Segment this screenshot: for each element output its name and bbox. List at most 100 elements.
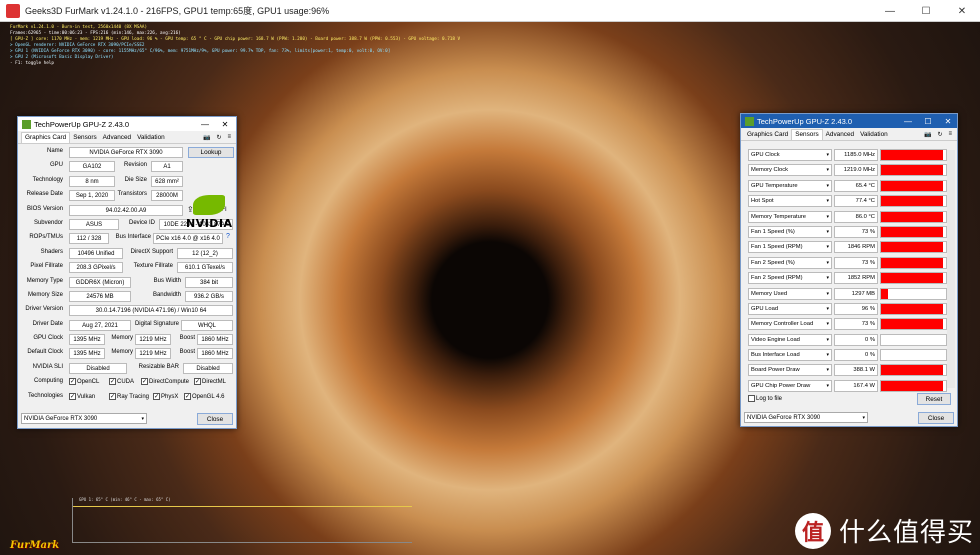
bus-width-value: 384 bit <box>185 276 233 288</box>
refresh-icon[interactable]: ↻ <box>937 131 942 138</box>
sensor-name-dropdown[interactable]: Hot Spot ▾ <box>748 195 832 208</box>
sensor-name-dropdown[interactable]: Fan 1 Speed (%) ▾ <box>748 225 832 238</box>
resizable-bar-label: Resizable BAR <box>138 363 179 370</box>
tab-sensors[interactable]: Sensors <box>791 129 823 140</box>
cuda-checkbox: ✓ CUDA <box>109 378 134 385</box>
lookup-button[interactable]: Lookup <box>188 147 234 158</box>
check-icon: ✓ <box>69 378 76 386</box>
sensor-name-dropdown[interactable]: Fan 1 Speed (RPM) ▾ <box>748 241 832 254</box>
refresh-icon[interactable]: ↻ <box>216 134 221 141</box>
boost-value: 1860 MHz <box>197 334 233 346</box>
sensor-name-dropdown[interactable]: GPU Load ▾ <box>748 302 832 315</box>
sensor-graph-bar <box>881 257 943 268</box>
watermark-logo: 值 <box>794 512 831 549</box>
gpuz-titlebar[interactable]: TechPowerUp GPU-Z 2.43.0 — ☐ ✕ <box>741 114 957 128</box>
sensor-name-dropdown[interactable]: Memory Temperature ▾ <box>748 210 832 223</box>
opengl-checkbox: ✓ OpenGL 4.6 <box>184 392 224 400</box>
sensor-name-dropdown[interactable]: Board Power Draw ▾ <box>748 364 832 377</box>
sensor-row: Bus Interface Load ▾ 0 % <box>748 348 957 363</box>
camera-icon[interactable]: 📷 <box>924 131 931 138</box>
sensor-name: Fan 1 Speed (%) <box>751 228 795 235</box>
tab-validation[interactable]: Validation <box>857 130 891 140</box>
camera-icon[interactable]: 📷 <box>203 134 210 141</box>
tab-sensors[interactable]: Sensors <box>70 133 99 143</box>
nvidia-logo: NVIDIA <box>186 195 232 235</box>
scrollbar[interactable] <box>947 150 955 388</box>
close-button[interactable]: ✕ <box>939 114 957 128</box>
menu-icon[interactable]: ≡ <box>948 131 952 138</box>
maximize-button[interactable]: ☐ <box>919 114 937 128</box>
sensor-value: 0 % <box>834 349 878 362</box>
sensor-name-dropdown[interactable]: Fan 2 Speed (RPM) ▾ <box>748 272 832 285</box>
log-to-file-checkbox[interactable]: Log to file <box>748 395 782 402</box>
sensor-name: Fan 2 Speed (%) <box>751 259 795 266</box>
sensor-name-dropdown[interactable]: Bus Interface Load ▾ <box>748 349 832 362</box>
furmark-titlebar[interactable]: Geeks3D FurMark v1.24.1.0 - 216FPS, GPU1… <box>0 0 980 22</box>
sensor-graph <box>880 195 947 208</box>
tab-advanced[interactable]: Advanced <box>823 130 857 140</box>
sensor-graph-bar <box>881 380 943 391</box>
gpuz-titlebar[interactable]: TechPowerUp GPU-Z 2.43.0 — ✕ <box>18 117 236 131</box>
technologies-label: Technologies <box>27 392 63 399</box>
gpu-select[interactable]: NVIDIA GeForce RTX 3090 ▾ <box>21 413 147 424</box>
sensor-row: Fan 1 Speed (RPM) ▾ 1846 RPM <box>748 240 957 255</box>
sensor-graph-bar <box>881 165 943 176</box>
sensor-name-dropdown[interactable]: Video Engine Load ▾ <box>748 333 832 346</box>
memory-clock-value: 1219 MHz <box>135 334 171 346</box>
close-button[interactable]: ✕ <box>216 117 234 131</box>
sensor-name-dropdown[interactable]: GPU Temperature ▾ <box>748 179 832 192</box>
sensor-row: Video Engine Load ▾ 0 % <box>748 333 957 348</box>
sensor-graph <box>880 149 947 161</box>
sensor-name-dropdown[interactable]: GPU Clock ▾ <box>748 149 832 161</box>
furmark-logo-text: FurMark <box>10 540 60 551</box>
digital-signature-value: WHQL <box>181 319 233 331</box>
close-button[interactable]: Close <box>918 412 954 424</box>
default-memory-value: 1219 MHz <box>135 348 171 360</box>
pixel-fillrate-value: 208.3 GPixel/s <box>69 262 123 274</box>
transistors-label: Transistors <box>117 191 147 198</box>
gpu-select[interactable]: NVIDIA GeForce RTX 3090 ▾ <box>744 412 868 423</box>
check-icon: ✓ <box>141 378 148 386</box>
chevron-down-icon: ▾ <box>826 305 829 312</box>
sensor-name-dropdown[interactable]: Memory Clock ▾ <box>748 164 832 177</box>
gpuz-tabs: Graphics Card Sensors Advanced Validatio… <box>18 131 236 144</box>
minimize-button[interactable]: — <box>872 0 908 22</box>
sensor-name: GPU Load <box>751 305 779 312</box>
chevron-down-icon: ▾ <box>826 182 829 189</box>
sensor-value: 1846 RPM <box>834 241 878 254</box>
subvendor-value: ASUS <box>69 218 119 230</box>
bandwidth-value: 936.2 GB/s <box>185 290 233 302</box>
close-button[interactable]: ✕ <box>944 0 980 22</box>
sensor-graph-bar <box>881 150 943 160</box>
device-id-label: Device ID <box>128 219 155 226</box>
menu-icon[interactable]: ≡ <box>227 134 231 141</box>
sensor-graph-bar <box>881 211 943 222</box>
release-date-value: Sep 1, 2020 <box>69 190 115 202</box>
tab-validation[interactable]: Validation <box>134 133 168 143</box>
sensor-name-dropdown[interactable]: Memory Controller Load ▾ <box>748 318 832 331</box>
minimize-button[interactable]: — <box>196 117 214 131</box>
sensor-row: Memory Clock ▾ 1219.0 MHz <box>748 163 957 178</box>
maximize-button[interactable]: ☐ <box>908 0 944 22</box>
tab-graphics-card[interactable]: Graphics Card <box>744 130 791 140</box>
sensor-value: 73 % <box>834 318 878 331</box>
chevron-down-icon: ▾ <box>826 321 829 328</box>
sensor-row: GPU Load ▾ 96 % <box>748 302 957 317</box>
shaders-value: 10496 Unified <box>69 247 123 259</box>
close-button[interactable]: Close <box>197 413 233 425</box>
chevron-down-icon: ▾ <box>141 416 144 422</box>
driver-version-label: Driver Version <box>25 306 63 313</box>
sensor-name: Fan 1 Speed (RPM) <box>751 244 803 251</box>
reset-button[interactable]: Reset <box>917 393 951 405</box>
sensor-value: 1297 MB <box>834 287 878 300</box>
check-icon: ✓ <box>194 378 201 386</box>
gpu-select-value: NVIDIA GeForce RTX 3090 <box>747 415 821 421</box>
sensor-name-dropdown[interactable]: Fan 2 Speed (%) ▾ <box>748 256 832 269</box>
sensor-name-dropdown[interactable]: Memory Used ▾ <box>748 287 832 300</box>
tab-graphics-card[interactable]: Graphics Card <box>21 132 71 143</box>
tab-advanced[interactable]: Advanced <box>100 133 134 143</box>
chevron-down-icon: ▾ <box>826 228 829 235</box>
minimize-button[interactable]: — <box>899 114 917 128</box>
sensor-value: 388.1 W <box>834 364 878 377</box>
sensor-name-dropdown[interactable]: GPU Chip Power Draw ▾ <box>748 379 832 392</box>
